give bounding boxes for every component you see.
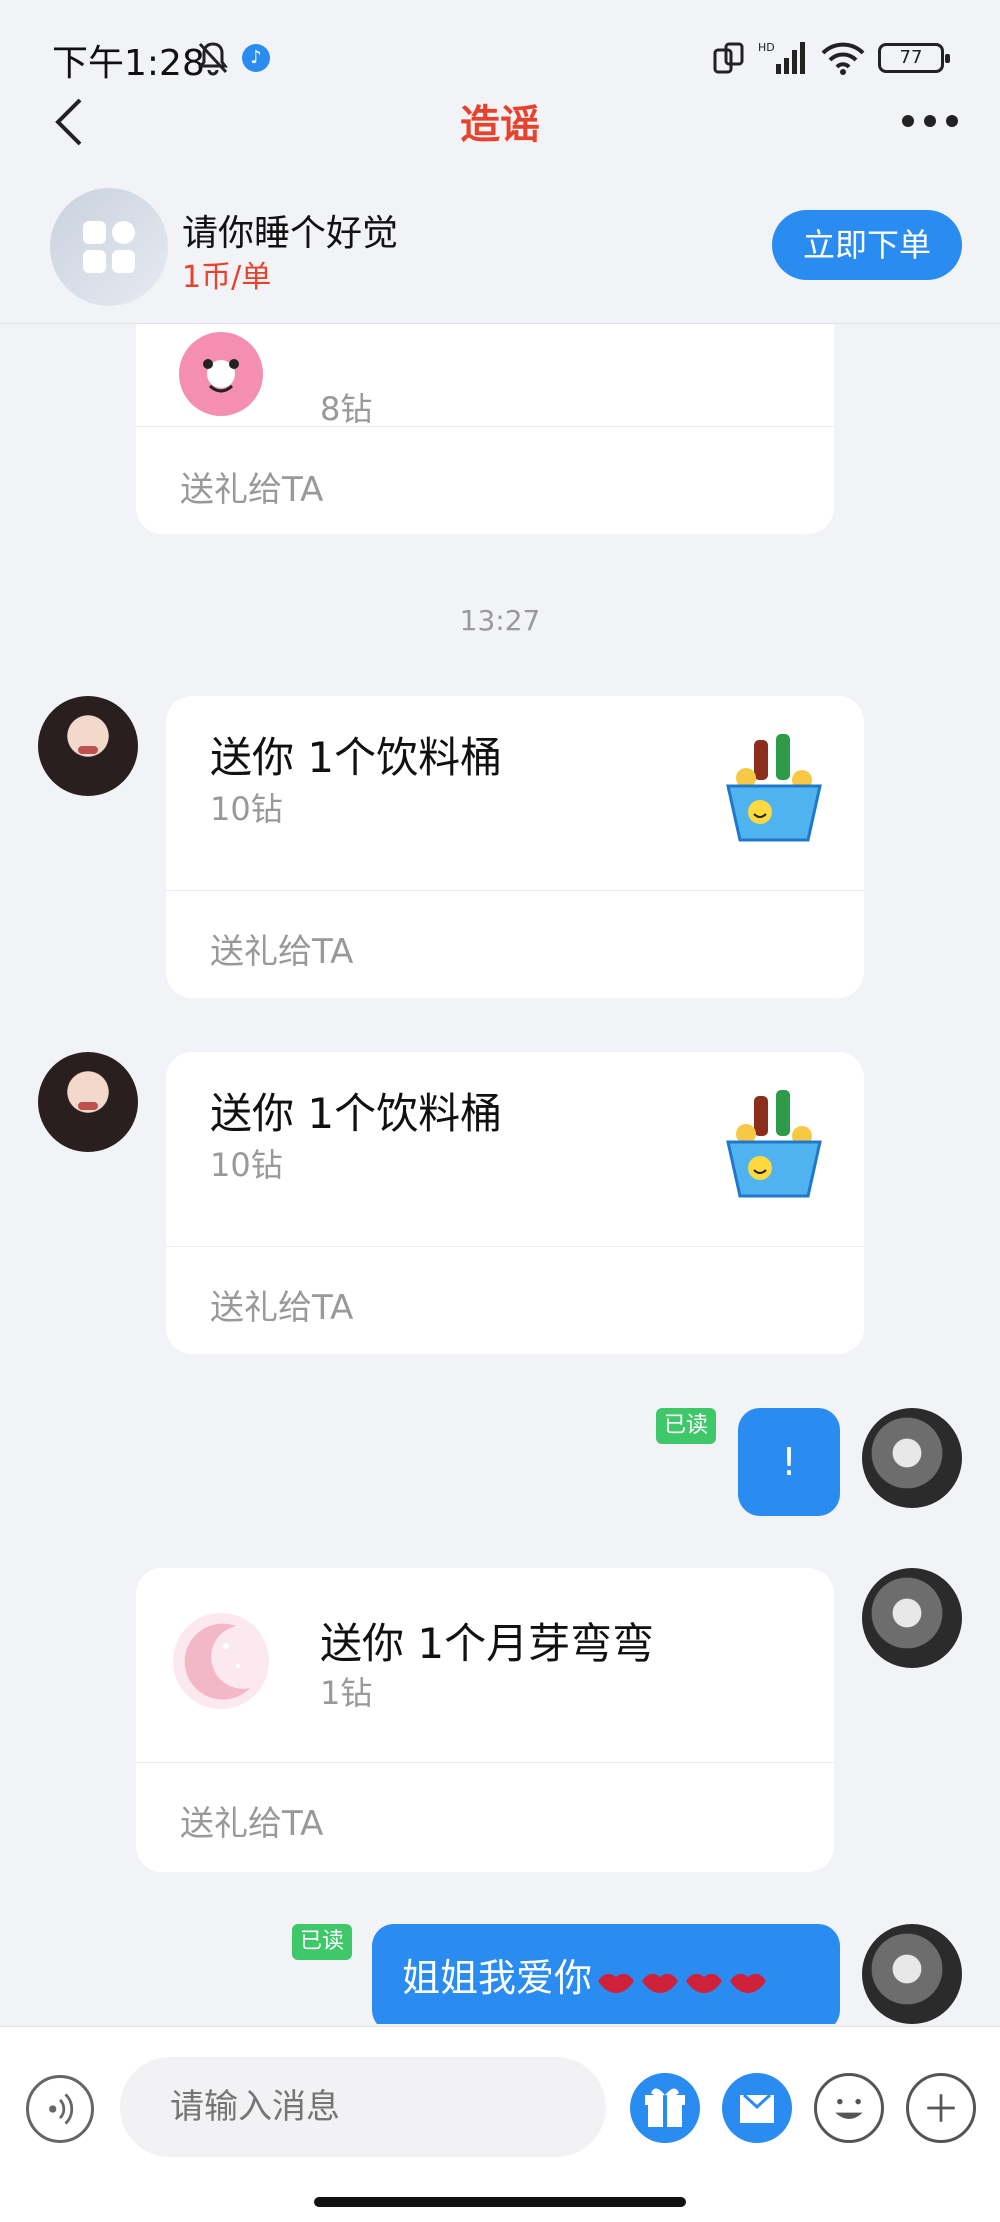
gift-price: 1钻 <box>320 1674 373 1712</box>
contact-avatar[interactable] <box>38 1052 138 1152</box>
service-thumbnail <box>50 188 168 306</box>
my-avatar[interactable] <box>862 1568 962 1668</box>
screen-mirror-icon <box>713 42 744 74</box>
send-gift-link[interactable]: 送礼给TA <box>210 1280 353 1329</box>
message-bubble[interactable]: ! <box>738 1408 840 1516</box>
service-name: 请你睡个好觉 <box>182 213 399 254</box>
donut-gift-icon <box>179 332 263 416</box>
drink-bucket-gift-icon <box>726 734 822 842</box>
gift-icon[interactable] <box>630 2073 700 2143</box>
gift-title: 送你 1个饮料桶 <box>210 1089 503 1138</box>
status-time: 下午1:28 <box>52 43 205 84</box>
gift-title: 送你 1个月芽弯弯 <box>320 1619 655 1668</box>
signal-label: HD <box>758 41 775 54</box>
battery-indicator: 77 <box>878 43 950 73</box>
coupon-icon[interactable] <box>722 2073 792 2143</box>
voice-input-icon[interactable] <box>26 2075 94 2143</box>
emoji-icon[interactable] <box>814 2073 884 2143</box>
more-options-icon[interactable] <box>902 106 958 136</box>
lips-icon <box>730 1973 767 1993</box>
nav-bar: 造谣 <box>0 80 1000 190</box>
gift-title: 送你 1个饮料桶 <box>210 733 503 782</box>
gift-price: 10钻 <box>210 1146 283 1184</box>
message-bubble[interactable]: 姐姐我爱你 <box>372 1924 840 2024</box>
crescent-moon-gift-icon <box>173 1613 269 1709</box>
send-gift-link[interactable]: 送礼给TA <box>210 924 353 973</box>
contact-avatar[interactable] <box>38 696 138 796</box>
send-gift-link[interactable]: 送礼给TA <box>180 1796 323 1845</box>
message-input[interactable] <box>120 2057 606 2157</box>
drink-bucket-gift-icon <box>726 1090 822 1198</box>
bell-muted-icon <box>198 42 228 76</box>
status-icons: HD 77 <box>712 38 950 78</box>
service-card: 请你睡个好觉 1币/单 立即下单 <box>0 178 1000 324</box>
gift-card[interactable]: 送你 1个月芽弯弯 1钻 送礼给TA <box>136 1568 834 1872</box>
lips-icon <box>686 1973 723 1993</box>
send-gift-link[interactable]: 送礼给TA <box>180 462 323 511</box>
apps-grid-icon <box>83 221 135 273</box>
read-badge: 已读 <box>292 1924 352 1960</box>
read-badge: 已读 <box>656 1408 716 1444</box>
message-text: 姐姐我爱你 <box>402 1956 593 2000</box>
home-indicator[interactable] <box>314 2197 686 2207</box>
gift-price: 10钻 <box>210 790 283 828</box>
gift-card[interactable]: 8钻 送礼给TA <box>136 324 834 534</box>
timestamp: 13:27 <box>459 604 541 637</box>
wifi-icon <box>821 42 865 75</box>
my-avatar[interactable] <box>862 1408 962 1508</box>
gift-card[interactable]: 送你 1个饮料桶 10钻 送礼给TA <box>166 696 864 998</box>
plus-icon[interactable] <box>906 2073 976 2143</box>
lips-emoji-row <box>592 1956 768 2000</box>
app-notification-icon: ♪ <box>242 44 270 72</box>
order-now-button[interactable]: 立即下单 <box>772 210 962 280</box>
gift-card[interactable]: 送你 1个饮料桶 10钻 送礼给TA <box>166 1052 864 1354</box>
chat-area[interactable]: 8钻 送礼给TA 13:27 送你 1个饮料桶 10钻 送礼给TA 送你 1个饮… <box>0 324 1000 2024</box>
lips-icon <box>598 1973 635 1993</box>
input-bar <box>0 2026 1000 2222</box>
lips-icon <box>642 1973 679 1993</box>
my-avatar[interactable] <box>862 1924 962 2024</box>
chat-title: 造谣 <box>460 102 540 148</box>
gift-price: 8钻 <box>320 390 373 428</box>
service-price: 1币/单 <box>182 260 272 295</box>
signal-icon: HD <box>758 41 805 74</box>
